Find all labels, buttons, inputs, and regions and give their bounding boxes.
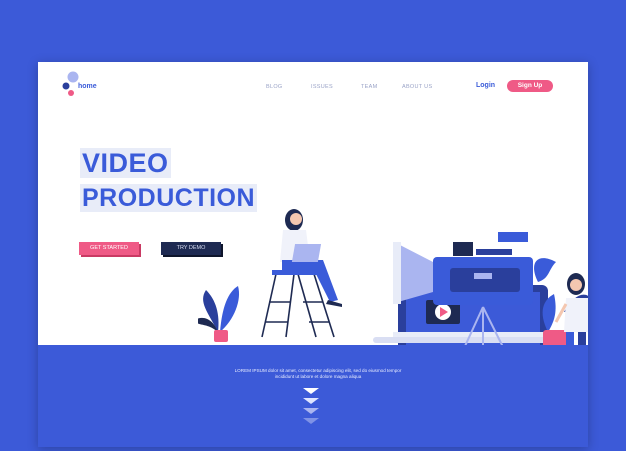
login-link[interactable]: Login bbox=[476, 82, 495, 89]
video-production-illustration bbox=[198, 209, 588, 352]
nav-blog[interactable]: BLOG bbox=[266, 84, 282, 90]
landing-page: home BLOG ISSUES TEAM ABOUT US Login Sig… bbox=[38, 62, 588, 447]
footer-description: LOREM IPSUM dolor sit amet, consectetur … bbox=[218, 368, 418, 380]
top-navigation: home BLOG ISSUES TEAM ABOUT US Login Sig… bbox=[38, 62, 588, 112]
arrow-down-icon[interactable] bbox=[301, 386, 321, 426]
brand-name[interactable]: home bbox=[78, 83, 97, 90]
nav-about-us[interactable]: ABOUT US bbox=[402, 84, 432, 90]
get-started-button[interactable]: GET STARTED bbox=[79, 242, 139, 255]
nav-issues[interactable]: ISSUES bbox=[311, 84, 333, 90]
nav-team[interactable]: TEAM bbox=[361, 84, 377, 90]
plant-left-illustration bbox=[198, 286, 240, 342]
signup-button[interactable]: Sign Up bbox=[507, 80, 553, 92]
footer-text-line2: incididunt ut labore et dolore magna ali… bbox=[274, 374, 362, 379]
hero-title-line1: VIDEO bbox=[80, 148, 171, 178]
person-with-laptop-illustration bbox=[280, 209, 342, 307]
